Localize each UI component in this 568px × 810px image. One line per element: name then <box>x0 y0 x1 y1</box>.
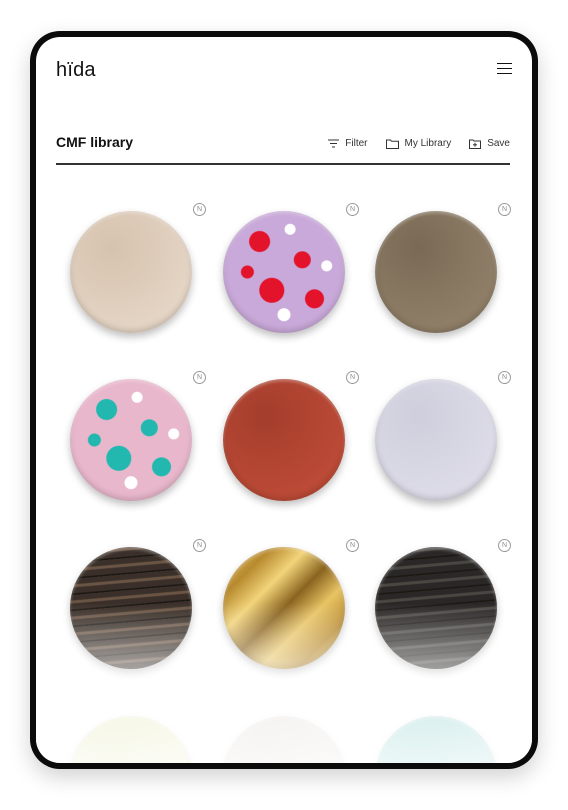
save-label: Save <box>487 138 510 149</box>
material-card[interactable]: N <box>64 203 206 335</box>
material-swatch-pink-teal-terrazzo[interactable] <box>70 379 192 501</box>
material-card[interactable]: N <box>369 371 511 503</box>
folder-icon <box>385 139 399 149</box>
n-badge-icon: N <box>193 203 206 216</box>
filter-label: Filter <box>345 138 368 149</box>
material-swatch-lilac-red-terrazzo[interactable] <box>223 211 345 333</box>
material-swatch-pale-lavender-stone[interactable] <box>375 379 497 501</box>
n-badge-icon: N <box>193 371 206 384</box>
my-library-button[interactable]: My Library <box>385 138 452 149</box>
filter-button[interactable]: Filter <box>328 138 368 149</box>
tablet-frame: hïda CMF library Filter My Library Save … <box>30 31 538 769</box>
material-swatch-pale-yellow[interactable] <box>70 716 192 763</box>
material-card[interactable]: N <box>217 371 359 503</box>
material-swatch-beige-textured[interactable] <box>70 211 192 333</box>
save-icon <box>469 139 482 149</box>
brand-logo[interactable]: hïda <box>56 59 96 82</box>
material-swatch-terracotta[interactable] <box>223 379 345 501</box>
n-badge-icon: N <box>346 203 359 216</box>
save-button[interactable]: Save <box>469 138 510 149</box>
material-card[interactable]: N <box>217 203 359 335</box>
material-swatch-off-white[interactable] <box>223 716 345 763</box>
page-title: CMF library <box>56 134 134 150</box>
material-swatch-aqua[interactable] <box>375 716 497 763</box>
header-divider <box>56 163 510 165</box>
material-card[interactable]: N <box>64 539 206 671</box>
material-card[interactable]: N <box>369 203 511 335</box>
material-card[interactable] <box>64 710 194 763</box>
material-card[interactable]: N <box>64 371 206 503</box>
material-card[interactable]: N <box>217 539 359 671</box>
n-badge-icon: N <box>498 371 511 384</box>
n-badge-icon: N <box>498 203 511 216</box>
my-library-label: My Library <box>404 138 452 149</box>
hamburger-menu-icon[interactable] <box>497 63 512 75</box>
app-screen: hïda CMF library Filter My Library Save … <box>36 37 532 763</box>
material-card[interactable]: N <box>369 539 511 671</box>
n-badge-icon: N <box>346 539 359 552</box>
material-swatch-gold-foil[interactable] <box>223 547 345 669</box>
filter-icon <box>328 139 340 148</box>
material-swatch-taupe-matte[interactable] <box>375 211 497 333</box>
material-swatch-black-wood[interactable] <box>375 547 497 669</box>
toolbar: Filter My Library Save <box>328 138 510 149</box>
n-badge-icon: N <box>193 539 206 552</box>
material-card[interactable] <box>217 710 347 763</box>
n-badge-icon: N <box>498 539 511 552</box>
n-badge-icon: N <box>346 371 359 384</box>
material-card[interactable] <box>369 710 499 763</box>
material-swatch-dark-wood[interactable] <box>70 547 192 669</box>
